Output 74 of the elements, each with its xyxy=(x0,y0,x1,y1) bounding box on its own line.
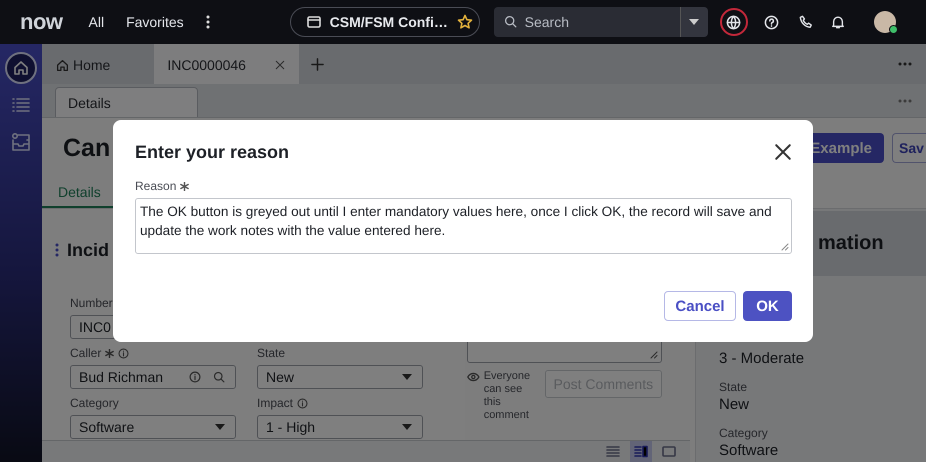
field-label: Impact xyxy=(257,396,294,410)
help-button[interactable] xyxy=(764,14,779,30)
phone-button[interactable] xyxy=(798,15,813,29)
cancel-button[interactable]: Cancel xyxy=(664,291,736,321)
field-label: Caller xyxy=(70,346,102,360)
field-label: Category xyxy=(70,396,119,410)
view-button[interactable] xyxy=(630,441,652,462)
section-heading: Incid xyxy=(67,240,110,260)
field-value: 3 - Moderate xyxy=(719,349,806,369)
status-dot xyxy=(888,25,898,34)
phone-icon xyxy=(798,15,813,29)
globe-button[interactable] xyxy=(720,8,748,36)
select-field[interactable]: Software xyxy=(70,415,236,439)
tab[interactable]: Details xyxy=(55,87,198,117)
field-value: New xyxy=(719,395,750,415)
field-label: Number xyxy=(70,296,113,310)
select-field[interactable]: 1 - High xyxy=(257,415,423,439)
dialog-title: Enter your reason xyxy=(135,142,290,162)
caret-down-icon xyxy=(215,424,225,430)
caret-down-icon xyxy=(402,374,412,380)
context-pill[interactable]: CSM/FSM Confi… xyxy=(290,7,480,37)
avatar[interactable] xyxy=(874,11,896,33)
home-button[interactable] xyxy=(5,52,37,84)
home-icon xyxy=(13,60,29,76)
nav-link[interactable]: All xyxy=(88,14,104,30)
notifications-button[interactable] xyxy=(830,15,845,29)
search-field[interactable]: Search xyxy=(494,7,680,37)
eye-icon xyxy=(467,372,480,382)
close-button[interactable] xyxy=(774,143,792,161)
list-view-icon xyxy=(606,445,620,458)
globe-icon xyxy=(726,14,742,30)
tab[interactable]: INC0000046 xyxy=(154,44,300,84)
tab[interactable]: Home xyxy=(48,44,118,84)
search-icon xyxy=(504,15,517,28)
window-icon xyxy=(306,15,321,29)
resize-grip-icon xyxy=(781,243,789,251)
field-label: State xyxy=(257,346,286,360)
record-title: Can xyxy=(63,134,110,162)
info-icon xyxy=(189,371,201,383)
ok-button[interactable]: OK xyxy=(743,291,792,321)
close-icon xyxy=(275,60,286,70)
panel-heading: mation xyxy=(818,232,884,255)
select-field[interactable]: New xyxy=(257,365,423,389)
close-icon xyxy=(774,143,792,161)
more-menu-button[interactable] xyxy=(206,15,210,29)
list-button[interactable] xyxy=(12,98,30,112)
field-value: Software xyxy=(719,441,780,461)
nav-link[interactable]: Favorites xyxy=(126,14,184,30)
input-field[interactable]: Bud Richman xyxy=(70,365,236,389)
home-icon xyxy=(56,58,69,72)
bell-icon xyxy=(830,15,845,29)
close-tab-button[interactable] xyxy=(273,58,288,72)
split-view-icon xyxy=(634,445,648,458)
resize-grip-icon xyxy=(650,351,658,359)
inbox-icon xyxy=(11,132,31,152)
kebab-icon xyxy=(206,15,210,29)
single-view-icon xyxy=(662,445,676,458)
inbox-button[interactable] xyxy=(11,132,31,152)
more-icon[interactable] xyxy=(898,62,912,66)
action-button[interactable]: Sav xyxy=(892,133,926,163)
field-label: State xyxy=(719,379,748,395)
star-icon xyxy=(456,14,473,30)
reason-field[interactable]: The OK button is greyed out until I enter mandatory values here, once I click OK, the record will save and update the work notes with the value entered here. xyxy=(135,198,792,254)
help-icon xyxy=(764,14,779,30)
visibility-note: Everyone can see this comment xyxy=(484,370,532,422)
caret-down-icon xyxy=(689,19,700,25)
section-menu-icon xyxy=(55,243,59,257)
caret-down-icon xyxy=(402,424,412,430)
search-scope-button[interactable] xyxy=(680,7,708,37)
list-icon xyxy=(12,98,30,112)
plus-icon xyxy=(311,58,324,70)
field-label: Category xyxy=(719,425,769,441)
logo[interactable]: now xyxy=(20,9,62,35)
search-icon xyxy=(213,371,225,383)
